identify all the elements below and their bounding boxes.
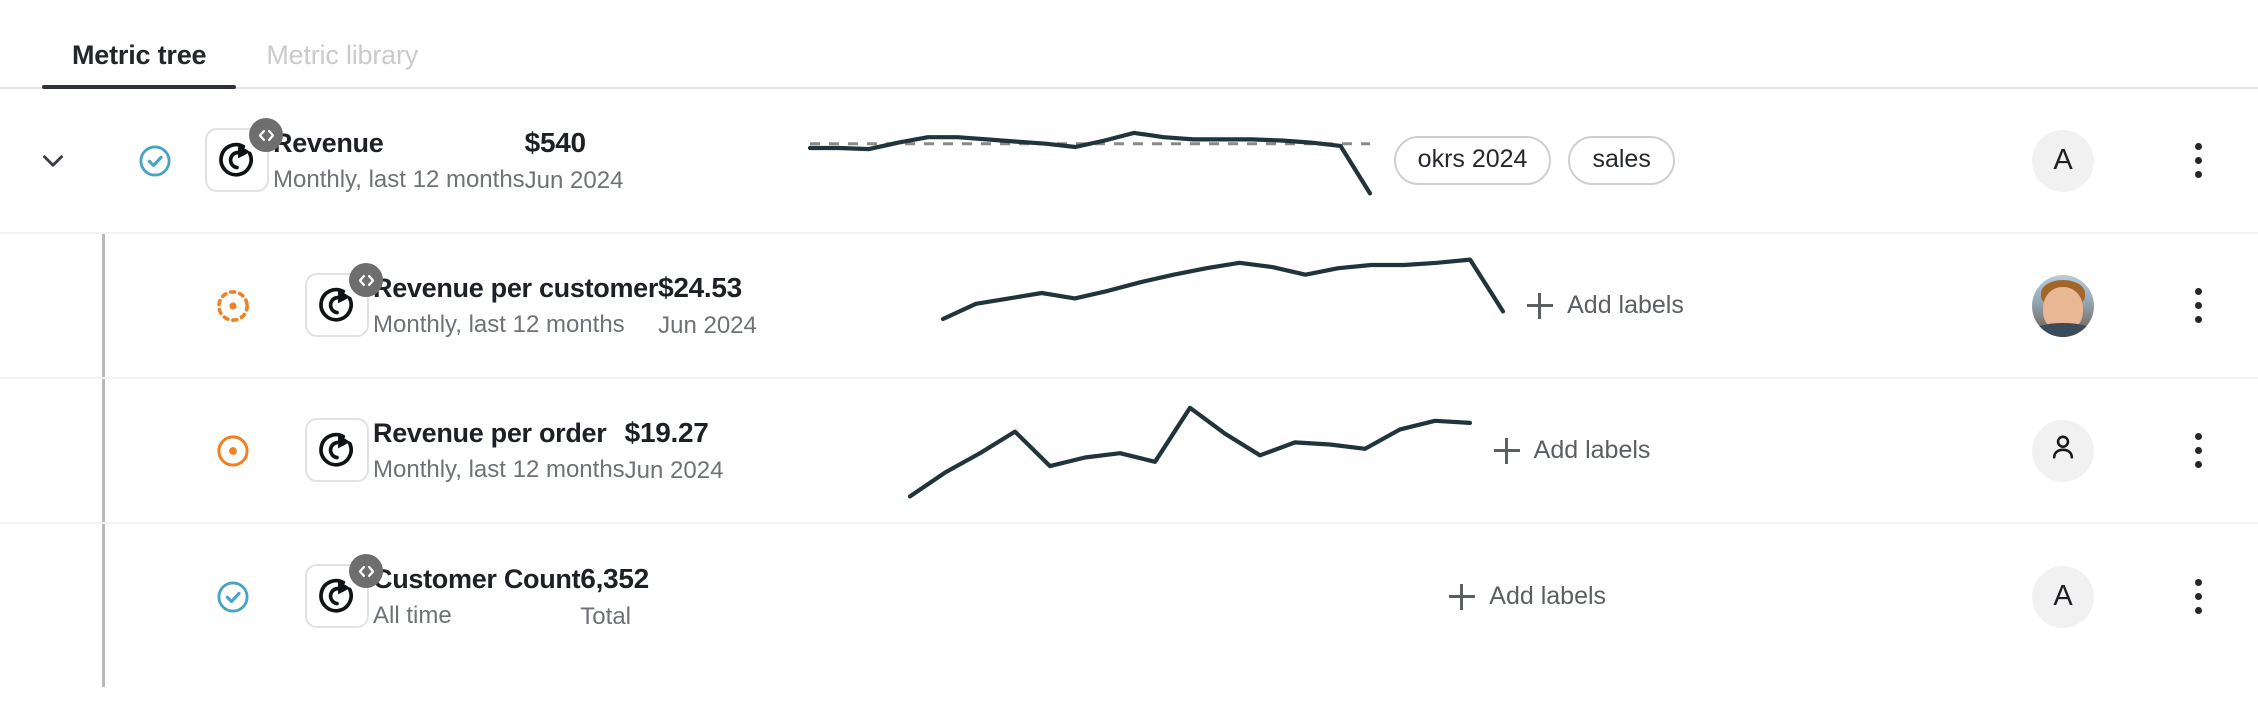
metric-icon-wrapper <box>305 418 369 483</box>
more-options-icon[interactable] <box>2176 284 2220 328</box>
add-labels-button[interactable]: Add labels <box>1449 582 1606 611</box>
avatar[interactable]: A <box>2032 565 2094 628</box>
metric-value-cell: $540 Jun 2024 <box>525 127 810 195</box>
metric-labels-cell: Add labels <box>1425 582 1988 611</box>
status-indicator-cell <box>160 579 305 615</box>
metric-owner-cell: A <box>1988 129 2138 192</box>
metric-sparkline <box>941 246 1506 366</box>
metric-owner-cell <box>1988 274 2138 337</box>
avatar[interactable]: A <box>2032 129 2094 192</box>
avatar-initial: A <box>2053 580 2073 612</box>
metric-labels-cell: Add labels <box>1503 291 1988 320</box>
metric-target-icon <box>305 418 369 483</box>
row-menu-cell <box>2138 139 2258 183</box>
tab-metric-tree[interactable]: Metric tree <box>42 40 237 89</box>
metric-value-cell: $19.27 Jun 2024 <box>625 417 910 485</box>
metric-value: $24.53 <box>658 271 742 303</box>
more-options-icon[interactable] <box>2176 429 2220 473</box>
metric-name-cell: Revenue per customer Monthly, last 12 mon… <box>305 263 658 339</box>
metric-period: Total <box>580 602 631 630</box>
metric-icon-wrapper <box>305 554 383 629</box>
metric-description: Monthly, last 12 months <box>273 165 525 193</box>
add-labels-label: Add labels <box>1567 291 1684 319</box>
metric-value: $19.27 <box>624 416 709 448</box>
metric-name-cell: Customer Count All time <box>305 554 581 630</box>
metric-sparkline <box>907 391 1472 511</box>
tab-bar: Metric tree Metric library <box>0 0 2258 89</box>
metric-sparkline <box>807 101 1372 221</box>
metric-period: Jun 2024 <box>658 311 757 339</box>
metric-sparkline <box>865 537 1425 657</box>
metric-title[interactable]: Revenue per order <box>373 418 625 449</box>
metric-row[interactable]: Customer Count All time 6,352 Total Add labe… <box>0 524 2258 669</box>
metric-row[interactable]: Revenue Monthly, last 12 months $540 Jun 20… <box>0 89 2258 234</box>
avatar[interactable] <box>2032 419 2094 482</box>
metric-title[interactable]: Revenue per customer <box>373 273 658 304</box>
metric-description: Monthly, last 12 months <box>373 310 625 338</box>
row-menu-cell <box>2138 429 2258 473</box>
plus-icon <box>1527 292 1554 319</box>
dashed-target-dot-icon[interactable] <box>215 288 251 324</box>
target-dot-icon[interactable] <box>215 433 251 469</box>
metric-period: Jun 2024 <box>624 456 724 484</box>
more-options-icon[interactable] <box>2176 575 2220 619</box>
metric-description: All time <box>373 601 452 629</box>
person-icon <box>2046 430 2080 472</box>
status-indicator-cell <box>160 433 305 469</box>
tab-metric-library[interactable]: Metric library <box>236 40 448 89</box>
check-circle-icon[interactable] <box>215 579 251 615</box>
plus-icon <box>1449 583 1476 610</box>
metric-labels-cell: Add labels <box>1470 436 1988 465</box>
add-labels-label: Add labels <box>1533 436 1651 464</box>
add-labels-label: Add labels <box>1489 582 1607 610</box>
add-labels-button[interactable]: Add labels <box>1527 291 1684 320</box>
metric-value-cell: 6,352 Total <box>580 563 865 631</box>
tab-metric-library-label: Metric library <box>266 40 419 70</box>
metric-owner-cell <box>1988 419 2138 482</box>
plus-icon <box>1493 437 1520 464</box>
metric-tree: Revenue Monthly, last 12 months $540 Jun 20… <box>0 89 2258 687</box>
avatar[interactable] <box>2032 274 2094 337</box>
check-circle-icon[interactable] <box>137 143 173 179</box>
avatar-photo-shirt <box>2032 322 2094 337</box>
row-menu-cell <box>2138 284 2258 328</box>
status-indicator-cell <box>160 288 305 324</box>
metric-title[interactable]: Customer Count <box>373 564 581 595</box>
metric-value: $540 <box>524 126 586 158</box>
metric-labels-cell: okrs 2024 sales <box>1370 136 1988 185</box>
metric-row[interactable]: Revenue per customer Monthly, last 12 mon… <box>0 234 2258 379</box>
status-indicator-cell <box>105 143 205 179</box>
chevron-down-icon[interactable] <box>33 141 73 181</box>
metric-icon-wrapper <box>205 118 283 193</box>
add-labels-button[interactable]: Add labels <box>1493 436 1651 465</box>
metric-period: Jun 2024 <box>524 166 624 194</box>
row-toggle-cell <box>0 141 105 181</box>
label-chip[interactable]: sales <box>1568 136 1675 185</box>
row-menu-cell <box>2138 575 2258 619</box>
metric-title[interactable]: Revenue <box>273 128 525 159</box>
metric-owner-cell: A <box>1988 565 2138 628</box>
metric-icon-wrapper <box>305 263 383 338</box>
metric-value-cell: $24.53 Jun 2024 <box>658 272 943 340</box>
tab-metric-tree-label: Metric tree <box>72 40 207 70</box>
avatar-initial: A <box>2053 144 2073 176</box>
metric-value: 6,352 <box>580 562 649 594</box>
label-chip[interactable]: okrs 2024 <box>1393 136 1552 185</box>
metric-name-cell: Revenue per order Monthly, last 12 months <box>305 418 625 484</box>
metric-name-cell: Revenue Monthly, last 12 months <box>205 118 525 194</box>
metric-row[interactable]: Revenue per order Monthly, last 12 months… <box>0 379 2258 524</box>
more-options-icon[interactable] <box>2176 139 2220 183</box>
metric-description: Monthly, last 12 months <box>373 455 625 483</box>
